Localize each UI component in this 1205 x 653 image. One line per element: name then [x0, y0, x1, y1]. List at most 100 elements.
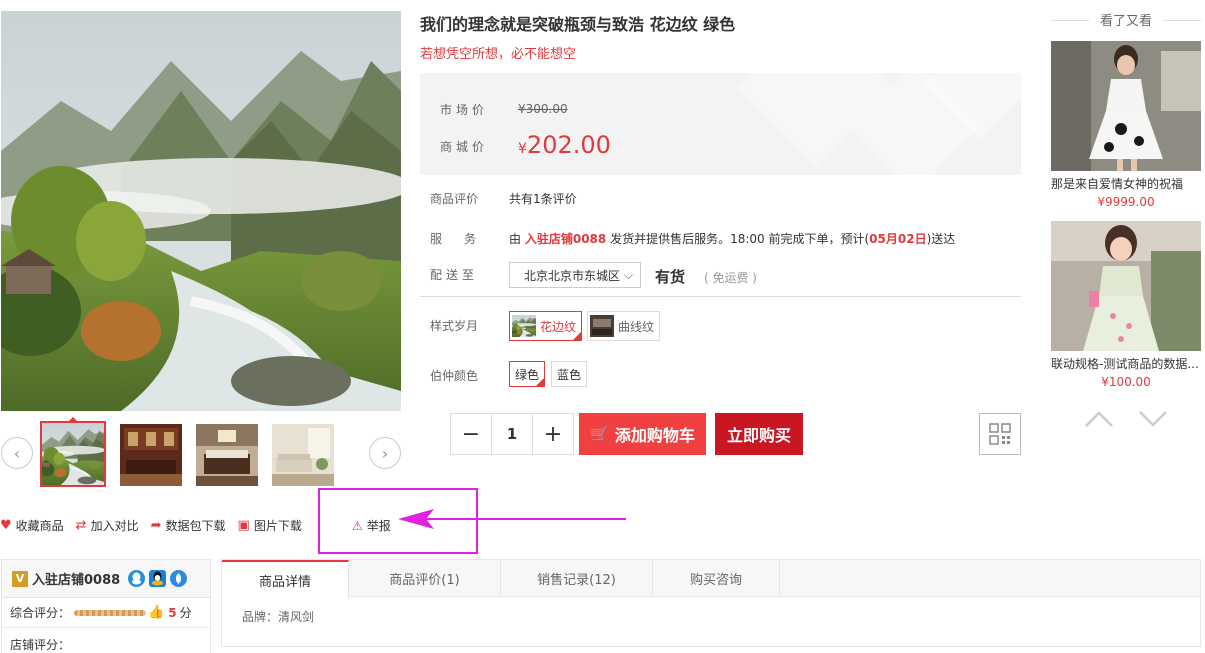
stock-status: 有货: [655, 268, 686, 286]
see-also-label: 看了又看: [1099, 14, 1152, 29]
main-product-image[interactable]: [1, 11, 401, 411]
delivery-label: 配送至: [430, 268, 479, 282]
color-option-label: 蓝色: [556, 367, 581, 382]
product-subtitle: 若想凭空所想，必不能想空: [420, 47, 577, 62]
style-option-lace[interactable]: 花边纹: [509, 311, 582, 341]
thumbnail-landscape[interactable]: [40, 421, 106, 487]
chevron-up-icon: [1085, 411, 1113, 427]
see-also-price: ¥9999.00: [1097, 195, 1155, 209]
rating-label: 综合评分：: [10, 606, 71, 620]
shop-score-label: 店铺评分：: [10, 638, 71, 652]
see-also-title: 看了又看: [1051, 10, 1201, 29]
chevron-left-icon: ‹: [13, 443, 21, 463]
see-also-name[interactable]: 那是来自爱情女神的祝福: [1051, 175, 1201, 192]
service-middle: 发货并提供售后服务。18:00 前完成下单，预计(: [610, 232, 870, 246]
detail-tabs: 商品详情 商品评价(1) 销售记录(12) 购买咨询: [222, 560, 1200, 598]
see-also-price: ¥100.00: [1101, 375, 1151, 389]
tab-details[interactable]: 商品详情: [222, 560, 349, 598]
qq-icon[interactable]: [149, 570, 167, 587]
quantity-increase-button[interactable]: +: [533, 414, 573, 454]
color-option-blue[interactable]: 蓝色: [551, 361, 587, 387]
color-option-green[interactable]: 绿色: [509, 361, 545, 387]
color-label: 伯仲颜色: [430, 369, 479, 383]
rating-bar: [74, 609, 147, 616]
style-option-curve[interactable]: 曲线纹: [587, 311, 660, 341]
service-info: 由 入驻店铺0088 发货并提供售后服务。18:00 前完成下单，预计(05月0…: [509, 230, 955, 247]
see-also-down-button[interactable]: [1138, 410, 1168, 431]
review-label: 商品评价: [430, 192, 479, 206]
see-also-image[interactable]: [1051, 221, 1201, 351]
divider: [420, 296, 1021, 297]
price-panel: 市场价 ¥300.00 商城价 ¥202.00: [420, 73, 1021, 175]
share-icon: ➦: [150, 517, 162, 533]
image-download-label: 图片下载: [253, 518, 302, 533]
overall-rating: 综合评分： 👍 5 分: [2, 598, 210, 628]
thumbnail-bedroom[interactable]: [196, 424, 258, 486]
style-option-label: 花边纹: [540, 319, 577, 334]
shop-price: ¥202.00: [518, 131, 611, 159]
chevron-down-icon: ⌵: [624, 267, 634, 282]
shop-price-value: 202.00: [526, 131, 611, 159]
service-suffix: )送达: [926, 232, 956, 246]
review-count-link[interactable]: 共有1条评价: [509, 190, 577, 207]
annotation-arrow: [398, 509, 626, 529]
buy-now-label: 立即购买: [726, 426, 791, 445]
package-download-button[interactable]: ➦ 数据包下载: [151, 517, 226, 534]
product-actions: ♥ 收藏商品 ⇄ 加入对比 ➦ 数据包下载 ▣ 图片下载: [0, 516, 314, 534]
package-download-label: 数据包下载: [165, 518, 226, 533]
region-value: 北京北京市东城区: [524, 268, 621, 283]
shop-info-panel: V 入驻店铺0088 综合评分： 👍 5 分 店铺评分：: [1, 559, 211, 653]
market-price: ¥300.00: [518, 102, 568, 116]
style-label: 样式岁月: [430, 319, 479, 333]
free-shipping: ( 免运费 ): [704, 271, 757, 285]
thumb-prev-button[interactable]: ‹: [1, 437, 33, 469]
style-option-label: 曲线纹: [618, 319, 655, 334]
product-title: 我们的理念就是突破瓶颈与致浩 花边纹 绿色: [420, 15, 736, 34]
region-select[interactable]: 北京北京市东城区 ⌵: [509, 262, 641, 288]
market-price-label: 市场价: [440, 103, 489, 117]
shop-name-link[interactable]: 入驻店铺0088: [32, 569, 120, 588]
quantity-input[interactable]: 1: [491, 414, 533, 454]
chevron-right-icon: ›: [381, 443, 389, 463]
qq-icon[interactable]: [170, 570, 188, 587]
favorite-button[interactable]: ♥ 收藏商品: [0, 517, 64, 534]
rating-unit: 分: [179, 606, 192, 620]
service-shop-link[interactable]: 入驻店铺0088: [525, 232, 606, 246]
detail-tabs-panel: 商品详情 商品评价(1) 销售记录(12) 购买咨询 品牌：清风剑: [221, 559, 1201, 647]
qr-icon: [989, 423, 1011, 445]
image-download-button[interactable]: ▣ 图片下载: [238, 517, 302, 534]
add-to-cart-label: 添加购物车: [614, 426, 695, 445]
brand-info: 品牌：清风剑: [242, 610, 315, 624]
quantity-decrease-button[interactable]: −: [451, 414, 491, 454]
service-label: 服务: [430, 232, 499, 246]
qr-code-button[interactable]: [979, 413, 1021, 455]
shop-price-label: 商城价: [440, 140, 489, 154]
heart-icon: ♥: [0, 517, 12, 533]
qq-icon[interactable]: [128, 570, 146, 587]
compare-button[interactable]: ⇄ 加入对比: [76, 517, 139, 534]
chevron-down-icon: [1139, 411, 1167, 427]
thumb-next-button[interactable]: ›: [369, 437, 401, 469]
thumbnail-study-room[interactable]: [120, 424, 182, 486]
service-date: 05月02日: [869, 232, 927, 246]
shop-icon: V: [12, 570, 28, 587]
tab-sales-records[interactable]: 销售记录(12): [501, 560, 653, 597]
see-also-up-button[interactable]: [1084, 410, 1114, 431]
quantity-stepper: − 1 +: [450, 413, 574, 455]
see-also-image[interactable]: [1051, 41, 1201, 171]
image-icon: ▣: [237, 517, 250, 533]
service-prefix: 由: [509, 232, 522, 246]
favorite-label: 收藏商品: [15, 518, 64, 533]
see-also-name[interactable]: 联动规格-测试商品的数据...: [1051, 355, 1201, 372]
rating-value: 5: [168, 605, 177, 620]
tab-consult[interactable]: 购买咨询: [653, 560, 780, 597]
shop-header: V 入驻店铺0088: [2, 560, 210, 598]
compare-icon: ⇄: [75, 517, 87, 533]
add-to-cart-button[interactable]: 🛒 添加购物车: [579, 413, 706, 455]
buy-now-button[interactable]: 立即购买: [715, 413, 803, 455]
tab-reviews[interactable]: 商品评价(1): [349, 560, 501, 597]
currency-symbol: ¥: [518, 141, 527, 157]
thumbnail-living-room[interactable]: [272, 424, 334, 486]
thumbs-up-icon: 👍: [148, 605, 165, 620]
compare-label: 加入对比: [90, 518, 139, 533]
